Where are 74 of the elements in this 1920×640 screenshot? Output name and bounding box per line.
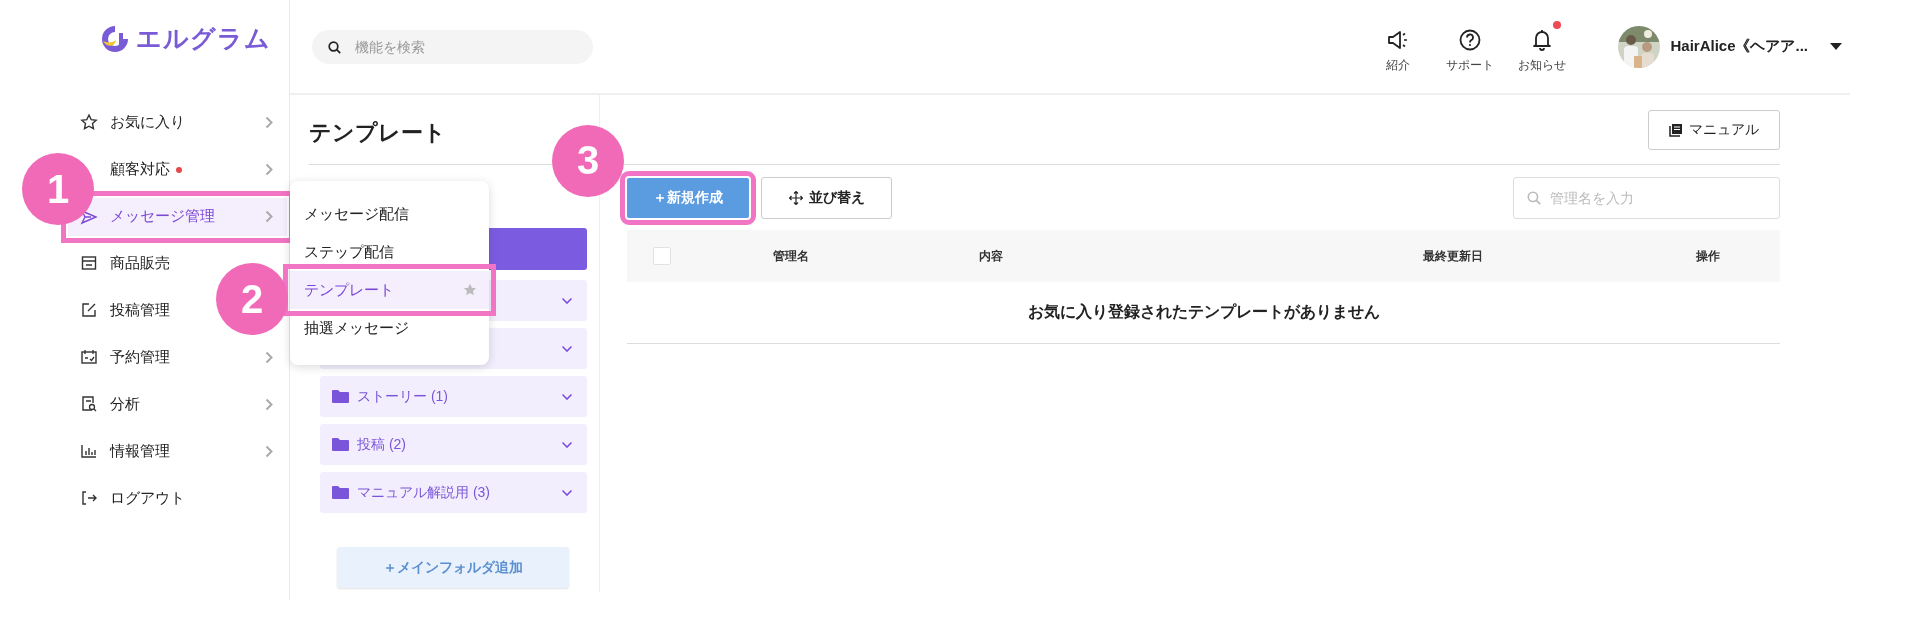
sidebar-item[interactable]: 分析 [110,385,287,424]
column-header: 内容 [979,247,1003,265]
icon-caption: 紹介 [1386,57,1411,74]
chevron-right-icon [265,210,273,223]
logout-icon [80,489,98,507]
help-icon [1459,29,1482,51]
header-icon-button[interactable]: お知らせ [1506,19,1579,74]
chevron-right-icon [265,163,273,176]
sort-button[interactable]: 並び替え [761,176,892,219]
sidebar-label: お気に入り [110,113,185,132]
folder-label: マニュアル解説用 (3) [357,483,490,502]
header-icon-button[interactable]: サポート [1434,19,1507,74]
logo-text: エルグラム [136,23,271,54]
step-number: 2 [216,263,288,335]
menu-item[interactable]: 抽選メッセージ [290,309,489,347]
folder-item[interactable]: ストーリー (1) [320,376,587,417]
move-icon [788,190,803,205]
header-icon-button[interactable]: 紹介 [1362,19,1435,74]
search-field[interactable]: 機能を検索 [312,29,593,64]
menu-label: テンプレート [304,280,394,300]
sidebar-item[interactable]: お気に入り [110,103,287,142]
sidebar-item[interactable]: 商品販売 [110,244,182,283]
folder-icon [332,438,349,451]
chevron-right-icon [265,116,273,129]
sidebar-item[interactable]: 顧客対応 [110,150,287,189]
chevron-right-icon [265,398,273,411]
empty-message: お気に入り登録されたテンプレートがありません [627,282,1780,344]
folder-icon [332,390,349,403]
icon-caption: サポート [1446,57,1495,74]
select-all-checkbox[interactable] [653,247,671,265]
sidebar-label: 分析 [110,395,140,414]
sidebar-item[interactable]: 情報管理 [110,432,287,471]
column-header: 管理名 [773,247,809,265]
edit-icon [80,301,98,319]
book-icon [1669,122,1683,137]
step-number: 1 [22,153,94,225]
sidebar-item[interactable]: 予約管理 [110,338,287,377]
folder-item[interactable]: マニュアル解説用 (3) [320,472,587,513]
sidebar-label: 投稿管理 [110,301,170,320]
calendar-icon [80,348,98,366]
sidebar-label: ログアウト [110,489,185,508]
megaphone-icon [1387,30,1410,50]
menu-item[interactable]: ステップ配信 [290,233,489,271]
sidebar-label: 予約管理 [110,348,170,367]
star-icon [80,113,98,131]
manual-button[interactable]: マニュアル [1648,109,1780,150]
folder-label: ストーリー (1) [357,387,448,406]
sidebar-label: 顧客対応 [110,160,170,179]
chevron-right-icon [265,351,273,364]
sidebar-item[interactable]: ログアウト [110,479,197,518]
star-icon[interactable] [463,283,477,297]
sidebar-label: メッセージ管理 [110,207,215,226]
column-header: 操作 [1696,247,1720,265]
sidebar-label: 情報管理 [110,442,170,461]
menu-item[interactable]: メッセージ配信 [290,195,489,233]
report-icon [80,395,98,413]
storefront-icon [80,254,98,272]
folder-label: 投稿 (2) [357,435,406,454]
column-header: 最終更新日 [1423,247,1483,265]
folder-item[interactable]: 投稿 (2) [320,424,587,465]
sidebar-label: 商品販売 [110,254,170,273]
menu-label: ステップ配信 [304,242,394,262]
sidebar-item[interactable]: 投稿管理 [110,291,182,330]
icon-caption: お知らせ [1518,57,1567,74]
account-name[interactable]: HairAlice《ヘアア... [1670,37,1808,56]
bell-icon [1532,29,1553,51]
name-filter-field[interactable]: 管理名を入力 [1513,176,1780,219]
logo-icon [100,23,130,54]
chevron-right-icon [265,445,273,458]
caret-icon[interactable] [1830,42,1842,51]
menu-label: メッセージ配信 [304,204,409,224]
bar-chart-icon [80,442,98,460]
folder-icon [332,486,349,499]
menu-label: 抽選メッセージ [304,318,409,338]
